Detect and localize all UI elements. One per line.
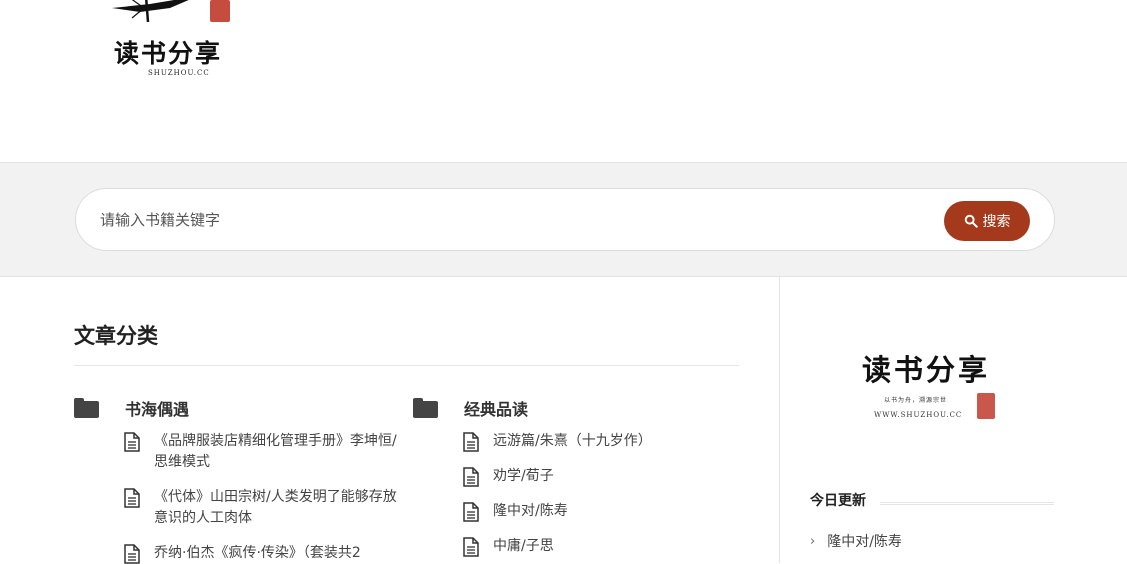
article-link[interactable]: 远游篇/朱熹（十九岁作） — [493, 431, 652, 452]
sidebar-logo-tagline: 以书为舟，溯源宗世 — [884, 397, 948, 404]
document-icon — [124, 544, 140, 564]
search-icon — [964, 214, 978, 228]
sidebar-logo: 读书分享 以书为舟，溯源宗世 WWW.SHUZHOU.CC — [862, 347, 1022, 427]
logo-brush-icon — [112, 0, 189, 23]
search-band: 搜索 — [0, 163, 1127, 277]
search-button[interactable]: 搜索 — [944, 201, 1030, 241]
document-icon — [463, 537, 479, 557]
today-divider — [880, 502, 1054, 505]
article-link[interactable]: 《代体》山田宗树/人类发明了能够存放意识的人工肉体 — [154, 487, 404, 529]
document-icon — [463, 502, 479, 522]
sidebar-logo-url: WWW.SHUZHOU.CC — [874, 411, 963, 419]
category-name[interactable]: 经典品读 — [464, 396, 528, 420]
search-box: 搜索 — [75, 188, 1055, 251]
category-header[interactable]: 经典品读 — [413, 393, 743, 423]
article-link[interactable]: 乔纳·伯杰《疯传·传染》（套装共2 — [154, 543, 361, 564]
category-column: 经典品读 远游篇/朱熹（十九岁作） 劝学/荀子 隆中对/陈寿 中庸/子思 — [413, 393, 743, 557]
folder-icon — [413, 398, 438, 418]
logo-seal — [210, 0, 230, 22]
category-column: 书海偶遇 《品牌服装店精细化管理手册》李坤恒/思维模式 《代体》山田宗树/人类发… — [74, 393, 404, 564]
article-link[interactable]: 《品牌服装店精细化管理手册》李坤恒/思维模式 — [154, 431, 404, 473]
list-item[interactable]: 《品牌服装店精细化管理手册》李坤恒/思维模式 — [124, 431, 404, 473]
sidebar: 读书分享 以书为舟，溯源宗世 WWW.SHUZHOU.CC 今日更新 › 隆中对… — [780, 277, 1127, 563]
list-item[interactable]: 中庸/子思 — [463, 536, 743, 557]
article-link[interactable]: 劝学/荀子 — [493, 466, 554, 487]
category-section: 文章分类 书海偶遇 《品牌服装店精细化管理手册》李坤恒/思维模式 《代体》山田宗… — [0, 277, 780, 564]
list-item[interactable]: 《代体》山田宗树/人类发明了能够存放意识的人工肉体 — [124, 487, 404, 529]
folder-icon — [74, 398, 99, 418]
site-logo[interactable]: 读书分享 SHUZHOU.CC — [100, 0, 250, 100]
list-item[interactable]: 劝学/荀子 — [463, 466, 743, 487]
logo-title: 读书分享 — [114, 39, 223, 68]
document-icon — [463, 467, 479, 487]
sidebar-logo-title: 读书分享 — [862, 353, 991, 387]
recent-item-link[interactable]: 隆中对/陈寿 — [827, 531, 902, 551]
search-input[interactable] — [100, 205, 920, 235]
logo-subtitle: SHUZHOU.CC — [148, 69, 210, 77]
list-item[interactable]: 远游篇/朱熹（十九岁作） — [463, 431, 743, 452]
site-header: 读书分享 SHUZHOU.CC — [0, 0, 1127, 163]
search-button-label: 搜索 — [982, 214, 1011, 230]
category-name[interactable]: 书海偶遇 — [125, 396, 189, 420]
article-link[interactable]: 隆中对/陈寿 — [493, 501, 568, 522]
today-updates-title: 今日更新 — [810, 493, 866, 509]
document-icon — [124, 432, 140, 452]
document-icon — [124, 488, 140, 508]
list-item[interactable]: 乔纳·伯杰《疯传·传染》（套装共2 — [124, 543, 404, 564]
sidebar-logo-seal — [977, 393, 995, 419]
article-link[interactable]: 中庸/子思 — [493, 536, 554, 557]
document-icon — [463, 432, 479, 452]
recent-item[interactable]: › 隆中对/陈寿 — [810, 531, 902, 551]
chevron-right-icon: › — [810, 533, 816, 549]
section-divider — [74, 365, 739, 366]
list-item[interactable]: 隆中对/陈寿 — [463, 501, 743, 522]
category-header[interactable]: 书海偶遇 — [74, 393, 404, 423]
section-title: 文章分类 — [74, 324, 158, 348]
